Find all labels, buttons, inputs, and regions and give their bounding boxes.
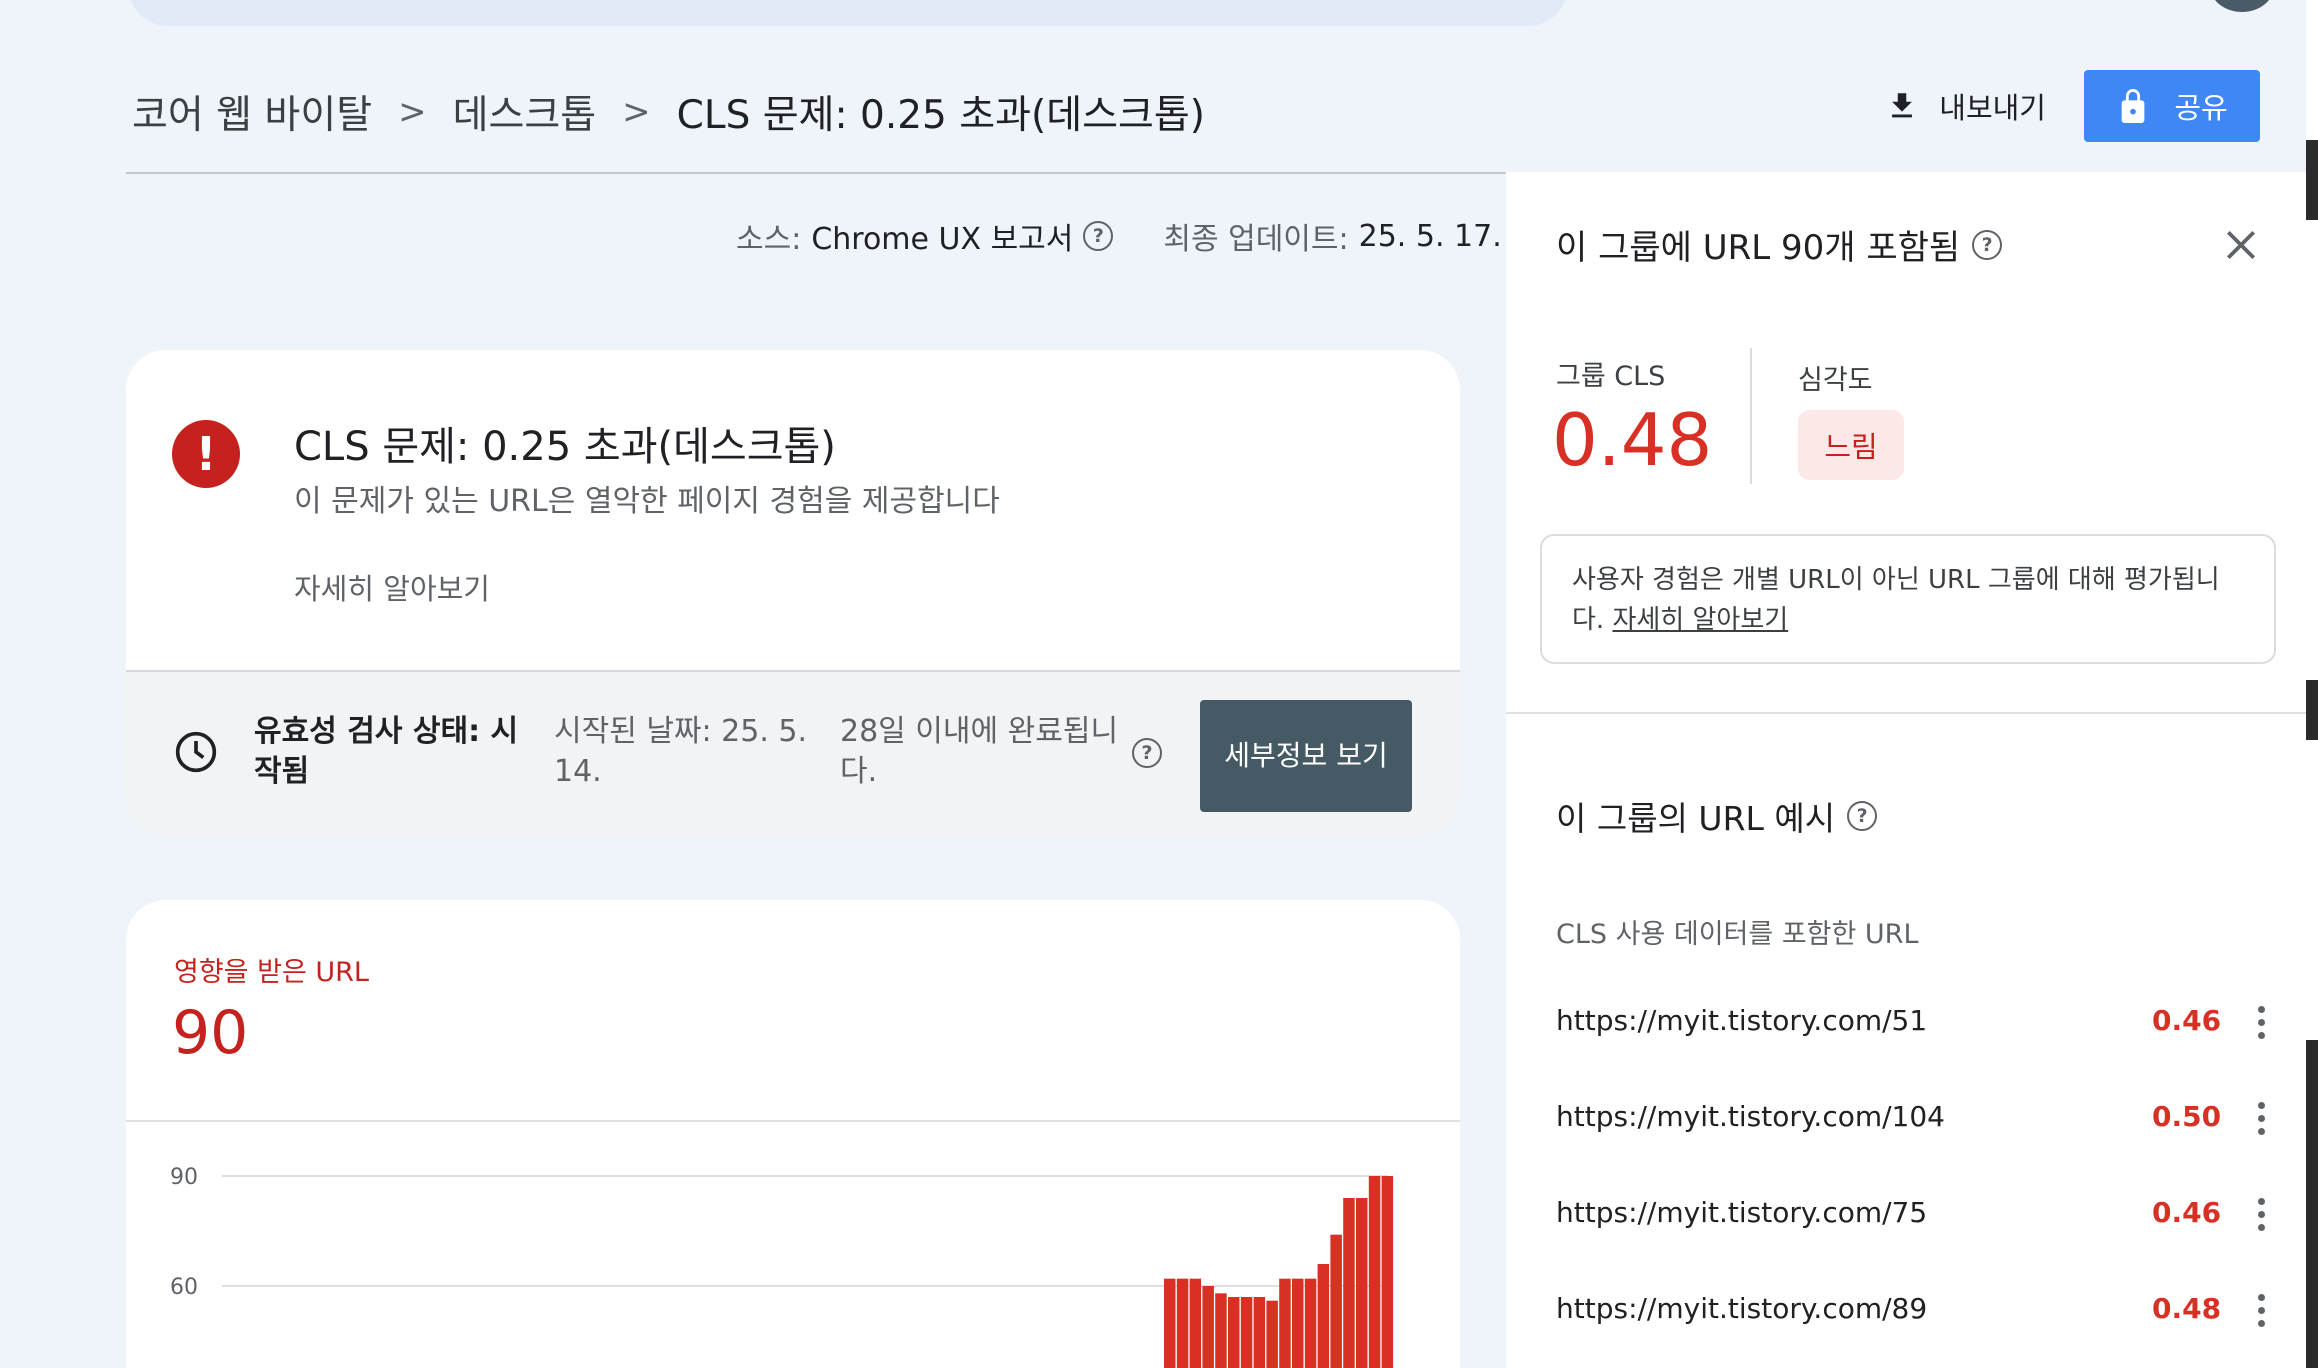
issue-subtitle: 이 문제가 있는 URL은 열악한 페이지 경험을 제공합니다: [294, 484, 1000, 519]
chart-bar[interactable]: [1279, 1278, 1291, 1368]
examples-title: 이 그룹의 URL 예시 ?: [1556, 792, 1878, 840]
issue-card: ! CLS 문제: 0.25 초과(데스크톱) 이 문제가 있는 URL은 열악…: [126, 350, 1460, 836]
info-box: 사용자 경험은 개별 URL이 아닌 URL 그룹에 대해 평가됩니다. 자세히…: [1540, 534, 2276, 664]
updated-value: 25. 5. 17.: [1358, 218, 1502, 254]
chart-bar[interactable]: [1189, 1278, 1202, 1368]
y-tick-label: 90: [170, 1165, 198, 1190]
breadcrumb-item-current: CLS 문제: 0.25 초과(데스크톱): [676, 93, 1205, 138]
url-text[interactable]: https://myit.tistory.com/51: [1556, 1004, 1927, 1037]
help-icon[interactable]: ?: [1083, 221, 1114, 251]
chart-bar[interactable]: [1253, 1297, 1266, 1368]
affected-label: 영향을 받은 URL: [174, 957, 369, 988]
more-vert-icon[interactable]: [2256, 1294, 2266, 1334]
chart-bar[interactable]: [1368, 1176, 1381, 1368]
error-icon: !: [172, 420, 240, 488]
chart-bar[interactable]: [1266, 1300, 1278, 1368]
breadcrumb-separator: >: [398, 92, 427, 132]
chart-bar[interactable]: [1304, 1278, 1317, 1368]
download-icon: [1892, 93, 1913, 118]
chart-bar[interactable]: [1381, 1176, 1394, 1368]
chart-bar[interactable]: [1240, 1297, 1253, 1368]
validation-started: 시작된 날짜: 25. 5. 14.: [554, 714, 808, 789]
breadcrumb-item-desktop[interactable]: 데스크톱: [453, 84, 597, 140]
examples-title-text: 이 그룹의 URL 예시: [1556, 799, 1836, 838]
validation-bar: 유효성 검사 상태: 시작됨 시작된 날짜: 25. 5. 14. 28일 이내…: [126, 670, 1460, 836]
url-row[interactable]: https://myit.tistory.com/51 0.46: [1506, 980, 2306, 1076]
chart-bar[interactable]: [1356, 1198, 1368, 1368]
url-group-panel: 이 그룹에 URL 90개 포함됨 ? 그룹 CLS 0.48 심각도 느림 사…: [1506, 172, 2306, 1368]
group-cls-label: 그룹 CLS: [1556, 361, 1666, 392]
chart-bar[interactable]: [1215, 1293, 1227, 1368]
top-search-bar[interactable]: [128, 0, 1568, 26]
chart-bar[interactable]: [1292, 1278, 1304, 1368]
issue-summary: ! CLS 문제: 0.25 초과(데스크톱) 이 문제가 있는 URL은 열악…: [126, 350, 1460, 670]
url-cls-value: 0.50: [2152, 1100, 2222, 1133]
chart-bar[interactable]: [1202, 1286, 1214, 1368]
chart-bar[interactable]: [1317, 1264, 1330, 1368]
export-button[interactable]: 내보내기: [1879, 77, 2052, 135]
clock-icon: [175, 731, 217, 773]
more-vert-icon[interactable]: [2256, 1198, 2266, 1238]
close-icon[interactable]: [2222, 226, 2260, 264]
affected-urls-card: 영향을 받은 URL 90 90 60: [126, 900, 1460, 1368]
chart-bar[interactable]: [1176, 1278, 1189, 1368]
url-cls-value: 0.48: [2152, 1292, 2222, 1325]
chart-bar[interactable]: [1228, 1297, 1240, 1368]
source-label: 소스:: [736, 222, 802, 257]
chart-bar[interactable]: [1164, 1278, 1176, 1368]
issue-title: CLS 문제: 0.25 초과(데스크톱): [294, 424, 836, 470]
url-cls-value: 0.46: [2152, 1196, 2222, 1229]
help-icon[interactable]: ?: [1132, 738, 1162, 768]
affected-count: 90: [172, 998, 249, 1068]
export-label: 내보내기: [1939, 91, 2046, 125]
panel-title: 이 그룹에 URL 90개 포함됨 ?: [1556, 220, 2003, 269]
url-text[interactable]: https://myit.tistory.com/89: [1556, 1292, 1927, 1325]
url-row[interactable]: https://myit.tistory.com/75 0.46: [1506, 1172, 2306, 1268]
group-cls-value: 0.48: [1552, 398, 1713, 482]
url-row[interactable]: https://myit.tistory.com/89 0.48: [1506, 1268, 2306, 1364]
panel-divider: [1506, 712, 2306, 714]
lock-icon: [2121, 89, 2145, 123]
severity-badge: 느림: [1798, 410, 1904, 480]
info-learn-more-link[interactable]: 자세히 알아보기: [1612, 605, 1788, 635]
help-icon[interactable]: ?: [1847, 801, 1878, 831]
updated-label: 최종 업데이트:: [1163, 222, 1349, 257]
severity-label: 심각도: [1798, 365, 1873, 396]
edge-strip: [2306, 740, 2318, 1040]
panel-title-text: 이 그룹에 URL 90개 포함됨: [1556, 228, 1961, 268]
y-tick-label: 60: [170, 1275, 198, 1300]
window-edge: [2306, 0, 2318, 1368]
breadcrumb: 코어 웹 바이탈 > 데스크톱 > CLS 문제: 0.25 초과(데스크톱): [132, 84, 1205, 140]
url-text[interactable]: https://myit.tistory.com/75: [1556, 1196, 1927, 1229]
header-actions: 내보내기 공유: [1879, 70, 2260, 142]
source-value: Chrome UX 보고서: [811, 222, 1074, 257]
more-vert-icon[interactable]: [2256, 1006, 2266, 1046]
url-row[interactable]: https://myit.tistory.com/104 0.50: [1506, 1076, 2306, 1172]
details-button[interactable]: 세부정보 보기: [1200, 700, 1412, 812]
edge-strip: [2306, 0, 2318, 140]
more-vert-icon[interactable]: [2256, 1102, 2266, 1142]
meta-line: 소스: Chrome UX 보고서 ? 최종 업데이트: 25. 5. 17.: [736, 214, 1502, 258]
metric-divider: [1750, 348, 1752, 484]
breadcrumb-separator: >: [622, 92, 651, 132]
validation-status: 유효성 검사 상태: 시작됨: [254, 714, 519, 789]
avatar[interactable]: [2210, 0, 2274, 12]
chart-bar[interactable]: [1330, 1234, 1342, 1368]
chart-bar[interactable]: [1343, 1198, 1355, 1368]
url-cls-value: 0.46: [2152, 1004, 2222, 1037]
help-icon[interactable]: ?: [1972, 229, 2003, 260]
url-list: https://myit.tistory.com/51 0.46 https:/…: [1506, 980, 2306, 1364]
share-button[interactable]: 공유: [2084, 70, 2260, 142]
breadcrumb-item-core-web-vitals[interactable]: 코어 웹 바이탈: [132, 84, 372, 140]
examples-subtitle: CLS 사용 데이터를 포함한 URL: [1556, 919, 1919, 950]
share-label: 공유: [2174, 91, 2228, 125]
url-text[interactable]: https://myit.tistory.com/104: [1556, 1100, 1945, 1133]
validation-complete: 28일 이내에 완료됩니다.: [840, 714, 1119, 789]
edge-strip: [2306, 220, 2318, 680]
learn-more-link[interactable]: 자세히 알아보기: [294, 566, 490, 608]
affected-urls-chart: 90 60: [170, 1165, 1394, 1368]
